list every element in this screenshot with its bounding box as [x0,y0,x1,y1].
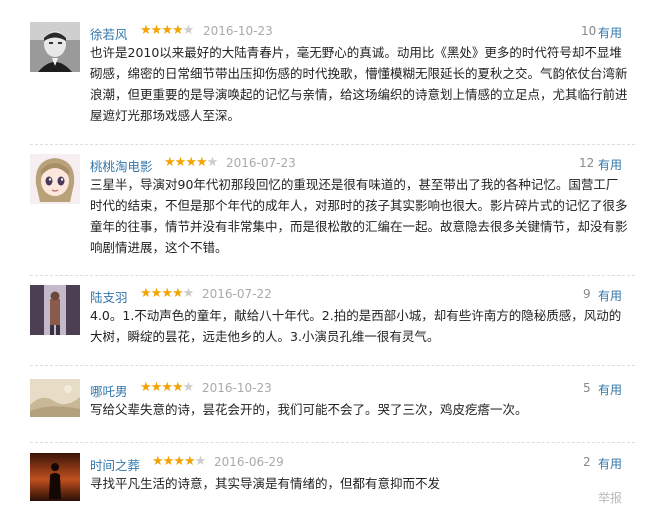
avatar[interactable] [30,154,80,204]
vote-count: 5 [583,381,591,395]
silhouette-sunset-icon [30,453,80,501]
star-filled-icon: ★ [183,454,196,469]
review-date: 2016-07-22 [202,287,272,301]
star-empty-icon: ★ [182,380,195,395]
star-filled-icon: ★ [185,155,197,170]
avatar[interactable] [30,22,80,72]
useful-button[interactable]: 有用 [598,381,622,398]
review-date: 2016-10-23 [203,24,273,38]
rating-stars: ★★★★★ [152,454,207,469]
vote-count: 12 [579,156,595,170]
star-filled-icon: ★ [150,286,163,301]
review-date: 2016-06-29 [214,455,284,469]
star-filled-icon: ★ [140,286,152,301]
star-filled-icon: ★ [171,380,184,395]
useful-button[interactable]: 有用 [598,455,622,472]
vote-count: 2 [583,455,591,469]
star-filled-icon: ★ [195,155,208,170]
review-text: 三星半，导演对90年代初那段回忆的重现还是很有味道的，甚至带出了我的各种记忆。国… [90,177,628,255]
star-filled-icon: ★ [171,23,184,38]
avatar[interactable] [30,285,80,335]
review-text: 寻找平凡生活的诗意，其实导演是有情绪的，但都有意抑而不发 [90,476,441,491]
review-date: 2016-07-23 [226,156,296,170]
star-filled-icon: ★ [162,454,175,469]
useful-button[interactable]: 有用 [598,24,622,41]
star-filled-icon: ★ [150,380,163,395]
star-filled-icon: ★ [171,286,184,301]
star-empty-icon: ★ [182,23,195,38]
review-text: 写给父辈失意的诗，昙花会开的，我们可能不会了。哭了三次，鸡皮疙瘩一次。 [90,402,528,417]
report-link[interactable]: 举报 [598,489,622,506]
review-date: 2016-10-23 [202,381,272,395]
star-filled-icon: ★ [140,380,152,395]
rating-stars: ★★★★★ [140,286,195,301]
rating-stars: ★★★★★ [164,155,219,170]
review-text: 4.0。1.不动声色的童年，献给八十年代。2.拍的是西部小城，却有些许南方的隐秘… [90,308,622,344]
author-link[interactable]: 陆支羽 [90,287,128,306]
avatar[interactable] [30,379,80,417]
doorway-photo-icon [30,285,80,335]
author-link[interactable]: 徐若风 [90,24,128,43]
useful-button[interactable]: 有用 [598,156,622,173]
star-filled-icon: ★ [150,23,163,38]
divider [30,365,635,366]
star-filled-icon: ★ [164,155,176,170]
star-filled-icon: ★ [174,155,187,170]
author-link[interactable]: 哪吒男 [90,381,128,400]
rating-stars: ★★★★★ [140,380,195,395]
landscape-icon [30,379,80,417]
useful-button[interactable]: 有用 [598,287,622,304]
star-filled-icon: ★ [173,454,185,469]
star-empty-icon: ★ [206,155,219,170]
boy-portrait-icon [30,22,80,72]
star-filled-icon: ★ [140,23,152,38]
review-text: 也许是2010以来最好的大陆青春片，毫无野心的真诚。动用比《黑处》更多的时代符号… [90,45,628,123]
vote-count: 9 [583,287,591,301]
star-filled-icon: ★ [161,380,173,395]
avatar[interactable] [30,453,80,501]
author-link[interactable]: 桃桃淘电影 [90,156,153,175]
star-empty-icon: ★ [194,454,207,469]
star-filled-icon: ★ [161,23,173,38]
divider [30,275,635,276]
divider [30,442,635,443]
rating-stars: ★★★★★ [140,23,195,38]
divider [30,144,635,145]
star-empty-icon: ★ [182,286,195,301]
author-link[interactable]: 时间之葬 [90,455,140,474]
vote-count: 10 [581,24,597,38]
anime-girl-icon [30,154,80,204]
star-filled-icon: ★ [161,286,173,301]
star-filled-icon: ★ [152,454,164,469]
